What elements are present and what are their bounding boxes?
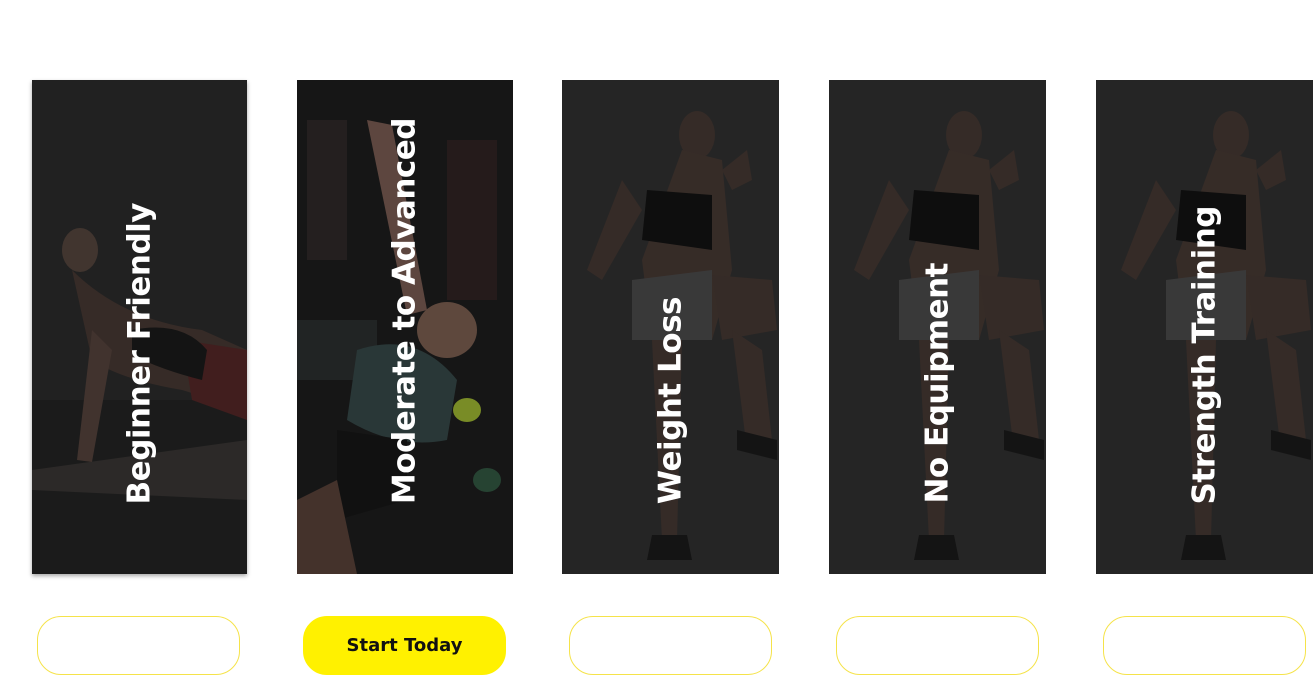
card-title: Weight Loss — [652, 296, 688, 504]
program-card-beginner[interactable]: Beginner Friendly — [32, 80, 247, 574]
card-title: Moderate to Advanced — [386, 117, 423, 504]
program-card-moderate[interactable]: Moderate to Advanced — [297, 80, 513, 574]
card-4-button[interactable] — [836, 616, 1039, 675]
program-card-no-equipment[interactable]: No Equipment — [829, 80, 1046, 574]
card-3-button[interactable] — [569, 616, 772, 675]
card-5-button[interactable] — [1103, 616, 1306, 675]
card-title: No Equipment — [919, 263, 955, 504]
card-1-button[interactable] — [37, 616, 240, 675]
program-card-strength[interactable]: Strength Training — [1096, 80, 1313, 574]
start-today-button[interactable]: Start Today — [303, 616, 506, 675]
program-card-weight-loss[interactable]: Weight Loss — [562, 80, 779, 574]
card-title: Beginner Friendly — [121, 202, 157, 504]
card-title: Strength Training — [1186, 205, 1222, 504]
